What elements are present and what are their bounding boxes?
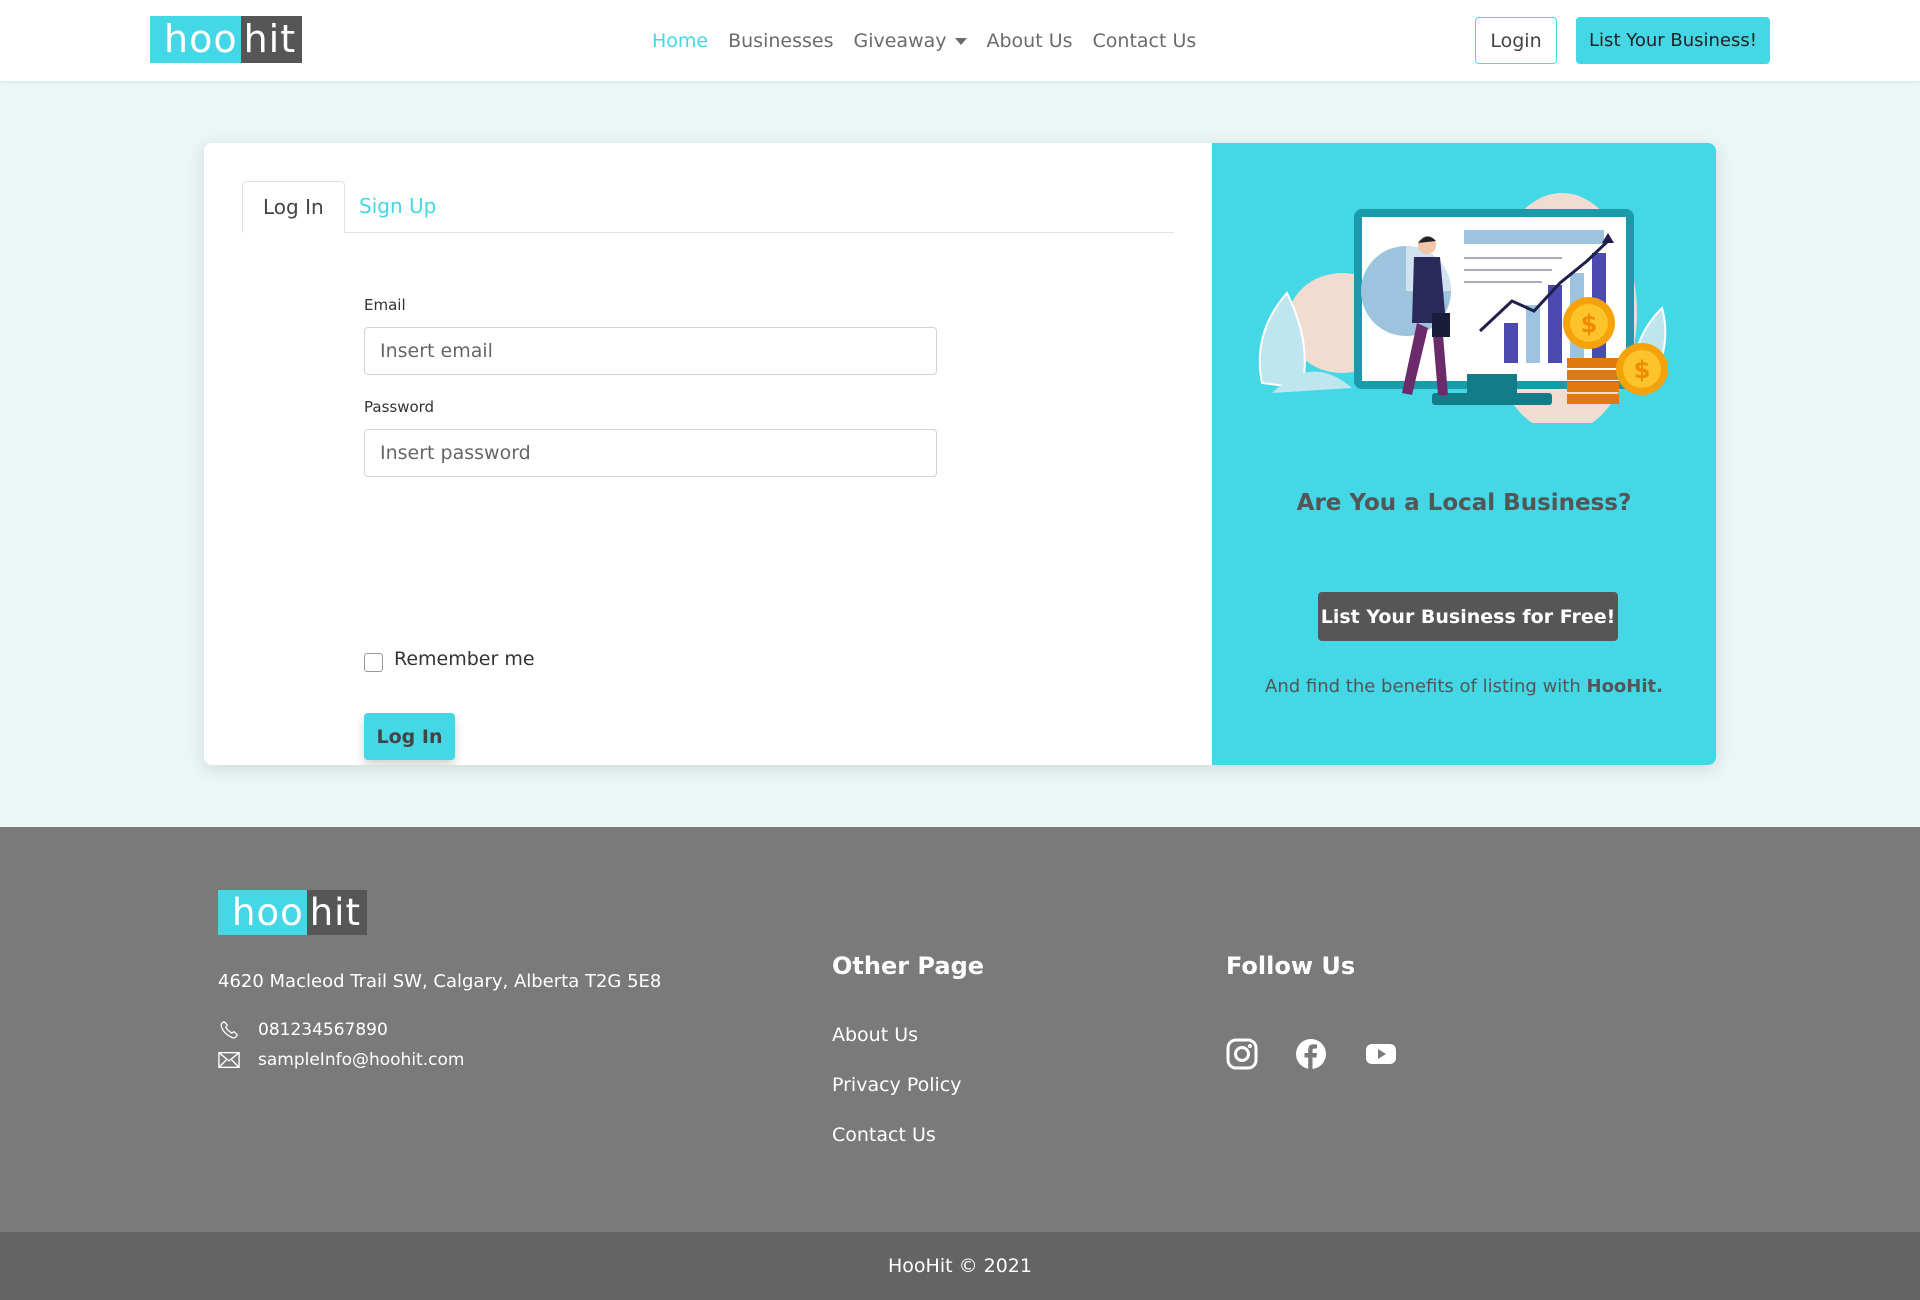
hoohit-logo[interactable]: hoo hit [150,16,303,63]
auth-tabs: Log In Sign Up [242,181,1174,233]
nav-giveaway-label: Giveaway [853,30,947,52]
other-page-heading: Other Page [832,952,985,980]
footer-email[interactable]: sampleInfo@hoohit.com [258,1050,464,1070]
footer-hoohit-logo[interactable]: hoo hit [218,890,367,935]
site-footer: hoo hit 4620 Macleod Trail SW, Calgary, A… [0,827,1920,1232]
remember-me-label[interactable]: Remember me [394,648,535,670]
footer-address: 4620 Macleod Trail SW, Calgary, Alberta … [218,971,662,992]
facebook-icon[interactable] [1295,1038,1327,1070]
chevron-down-icon [954,38,967,45]
cta-heading: Are You a Local Business? [1296,490,1632,516]
nav-giveaway-dropdown[interactable]: Giveaway [843,26,976,56]
remember-me-checkbox[interactable] [364,653,383,672]
email-label: Email [364,296,406,314]
footer-link-privacy-policy[interactable]: Privacy Policy [832,1074,961,1096]
footer-phone-row: 081234567890 [218,1020,388,1040]
auth-card: Log In Sign Up Email Password Remember m… [204,143,1716,765]
svg-text:$: $ [1581,310,1598,338]
cta-note-brand: HooHit. [1586,676,1663,697]
footer-link-contact-us[interactable]: Contact Us [832,1124,936,1146]
password-label: Password [364,398,435,416]
cta-note: And find the benefits of listing with Ho… [1212,676,1716,697]
list-business-free-button[interactable]: List Your Business for Free! [1318,592,1618,641]
main-nav: Home Businesses Giveaway About Us Contac… [642,26,1206,56]
business-growth-illustration: $ $ [1258,193,1668,423]
password-field[interactable] [364,429,937,477]
envelope-icon [218,1051,240,1069]
footer-link-about-us[interactable]: About Us [832,1024,918,1046]
login-panel: Log In Sign Up Email Password Remember m… [204,143,1212,765]
youtube-icon[interactable] [1364,1038,1398,1070]
email-field[interactable] [364,327,937,375]
cta-note-text: And find the benefits of listing with [1265,676,1587,697]
business-cta-panel: $ $ Are You a Local Business? List Your … [1212,143,1716,765]
nav-contact-us[interactable]: Contact Us [1083,26,1207,56]
top-navbar: hoo hit Home Businesses Giveaway About Us… [0,0,1920,81]
nav-about-us[interactable]: About Us [977,26,1083,56]
footer-email-row: sampleInfo@hoohit.com [218,1050,464,1070]
footer-logo-hit: hit [306,890,367,935]
follow-us-heading: Follow Us [1226,952,1356,980]
copyright-bar: HooHit © 2021 [0,1232,1920,1300]
svg-text:$: $ [1634,356,1651,384]
tab-log-in[interactable]: Log In [242,181,345,233]
nav-home[interactable]: Home [642,26,718,56]
footer-phone[interactable]: 081234567890 [258,1020,388,1040]
logo-hit: hit [240,16,303,63]
phone-icon [220,1021,238,1039]
footer-logo-hoo: hoo [218,890,307,935]
log-in-submit-button[interactable]: Log In [364,713,455,760]
list-your-business-button[interactable]: List Your Business! [1576,17,1770,64]
nav-businesses[interactable]: Businesses [718,26,843,56]
tab-sign-up[interactable]: Sign Up [339,181,456,233]
logo-hoo: hoo [150,16,241,63]
instagram-icon[interactable] [1226,1038,1258,1070]
login-button[interactable]: Login [1475,17,1557,64]
